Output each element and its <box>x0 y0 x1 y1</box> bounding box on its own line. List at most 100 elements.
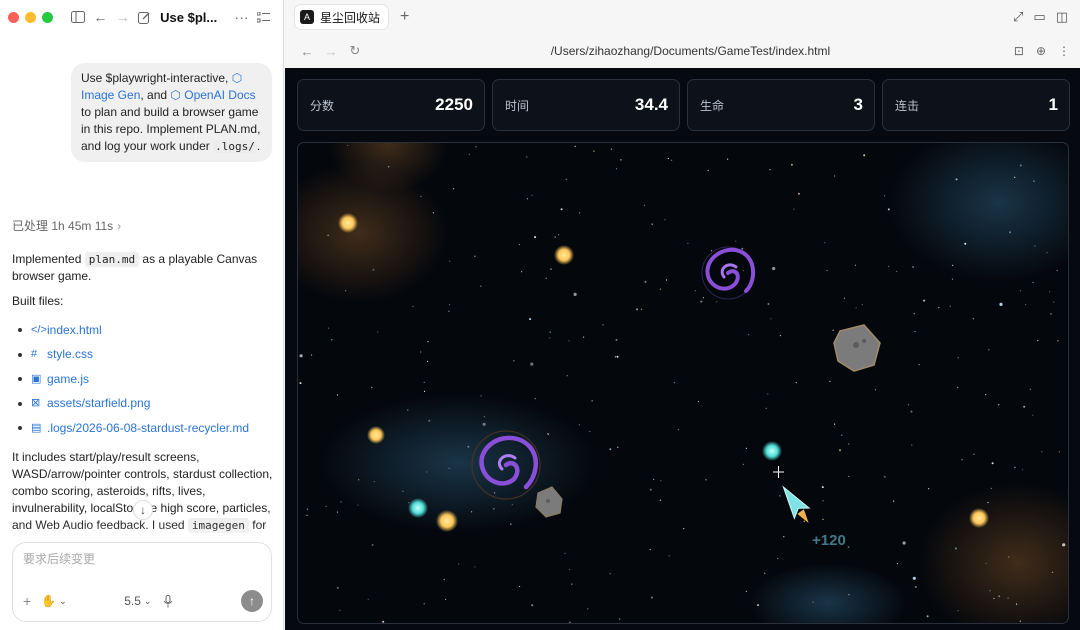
star <box>475 146 477 148</box>
url-field[interactable]: /Users/zihaozhang/Documents/GameTest/ind… <box>367 44 1014 58</box>
star <box>911 444 913 446</box>
star <box>432 212 434 214</box>
thread-title[interactable]: Use $pl... <box>160 10 230 25</box>
star <box>609 573 611 575</box>
star <box>834 175 836 177</box>
star <box>1050 313 1052 315</box>
star <box>407 409 409 411</box>
star <box>1019 620 1021 622</box>
player-ship <box>782 485 811 524</box>
image-gen-link[interactable]: Image Gen <box>81 88 140 102</box>
star <box>650 596 653 599</box>
composer: + ✋⌄ 5.5⌄ ↑ <box>12 542 272 622</box>
star <box>529 318 532 321</box>
star <box>779 495 781 497</box>
star <box>1057 340 1059 342</box>
game-canvas[interactable]: +120 <box>297 142 1069 624</box>
file-link[interactable]: assets/starfield.png <box>47 395 150 412</box>
star <box>358 479 360 481</box>
star <box>428 419 431 422</box>
more-vertical-icon[interactable]: ⋮ <box>1058 44 1070 58</box>
microphone-icon[interactable] <box>163 594 173 608</box>
star <box>609 448 612 451</box>
star <box>1051 571 1054 573</box>
star <box>371 386 373 388</box>
scroll-down-button[interactable]: ↓ <box>133 500 153 520</box>
send-button[interactable]: ↑ <box>240 590 263 612</box>
new-tab-button[interactable]: + <box>400 8 409 26</box>
forward-arrow-icon[interactable]: → <box>112 6 134 28</box>
file-list: </> index.html # style.css ▣ game.js ⊠ asset… <box>12 318 274 441</box>
star <box>1008 556 1010 558</box>
close-window-button[interactable] <box>8 11 19 23</box>
file-link[interactable]: index.html <box>47 322 102 339</box>
star <box>480 285 482 287</box>
file-link[interactable]: style.css <box>47 346 93 363</box>
game-page: 分数 2250 时间 34.4 生命 3 连击 1 +120 <box>285 68 1080 630</box>
star <box>957 357 959 359</box>
star <box>1046 252 1048 254</box>
asteroid-crater <box>862 339 866 343</box>
file-link[interactable]: game.js <box>47 371 89 388</box>
processed-duration[interactable]: 已处理 1h 45m 11s › <box>12 217 121 234</box>
bullet <box>18 426 22 431</box>
star <box>659 288 661 290</box>
reload-icon[interactable]: ↻ <box>343 43 367 59</box>
imagegen-code: imagegen <box>187 517 249 533</box>
list-item[interactable]: </> index.html <box>12 318 274 343</box>
chat-toolbar: ← → Use $pl... ··· <box>0 0 283 34</box>
star <box>325 505 327 508</box>
energy-orb <box>762 441 782 461</box>
star <box>336 511 339 513</box>
star <box>619 618 621 620</box>
forward-arrow-icon[interactable]: → <box>319 44 343 59</box>
star <box>1019 164 1022 167</box>
expand-icon[interactable]: ⤢ <box>1013 9 1023 25</box>
back-arrow-icon[interactable]: ← <box>295 44 319 59</box>
response-text: for <box>252 517 267 532</box>
cube-icon: ⬡ <box>231 71 243 85</box>
split-view-icon[interactable]: ▭ <box>1033 9 1045 25</box>
star <box>521 271 523 273</box>
asteroid <box>833 324 881 372</box>
star <box>660 480 662 482</box>
star <box>990 487 992 489</box>
zoom-window-button[interactable] <box>42 11 53 23</box>
star <box>569 621 571 623</box>
star <box>954 547 957 550</box>
active-tab[interactable]: A 星尘回收站 <box>295 5 389 29</box>
openai-docs-link[interactable]: OpenAI Docs <box>184 88 255 102</box>
star <box>589 430 591 433</box>
stat-label: 时间 <box>505 98 530 113</box>
task-list-icon[interactable] <box>253 6 275 28</box>
minimize-window-button[interactable] <box>25 11 36 23</box>
list-item[interactable]: ▤ .logs/2026-06-08-stardust-recycler.md <box>12 416 274 441</box>
stat-label: 生命 <box>700 98 725 113</box>
model-dropdown[interactable]: 5.5 ⌄ <box>124 594 151 608</box>
stardust-orb <box>969 508 989 528</box>
new-chat-icon[interactable] <box>134 6 156 28</box>
list-item[interactable]: ▣ game.js <box>12 367 274 392</box>
star <box>1058 451 1060 453</box>
star <box>972 318 975 320</box>
add-attachment-button[interactable]: + <box>23 593 31 609</box>
permission-dropdown[interactable]: ✋ ⌄ <box>41 594 67 608</box>
back-arrow-icon[interactable]: ← <box>89 6 111 28</box>
add-icon[interactable]: ⊕ <box>1036 44 1046 58</box>
list-item[interactable]: # style.css <box>12 343 274 368</box>
star <box>803 520 805 522</box>
star <box>549 331 551 333</box>
star <box>568 340 570 342</box>
file-link[interactable]: .logs/2026-06-08-stardust-recycler.md <box>47 420 249 437</box>
star <box>779 335 782 337</box>
follow-up-input[interactable] <box>23 552 253 566</box>
star <box>664 219 666 221</box>
star <box>423 603 425 605</box>
star <box>423 381 425 383</box>
list-item[interactable]: ⊠ assets/starfield.png <box>12 392 274 417</box>
sidebar-toggle-icon[interactable] <box>67 6 89 28</box>
sidebar-panel-icon[interactable]: ◫ <box>1056 9 1068 25</box>
screenshot-icon[interactable]: ⊡ <box>1014 44 1024 58</box>
more-options-icon[interactable]: ··· <box>230 6 252 28</box>
star <box>518 244 521 246</box>
